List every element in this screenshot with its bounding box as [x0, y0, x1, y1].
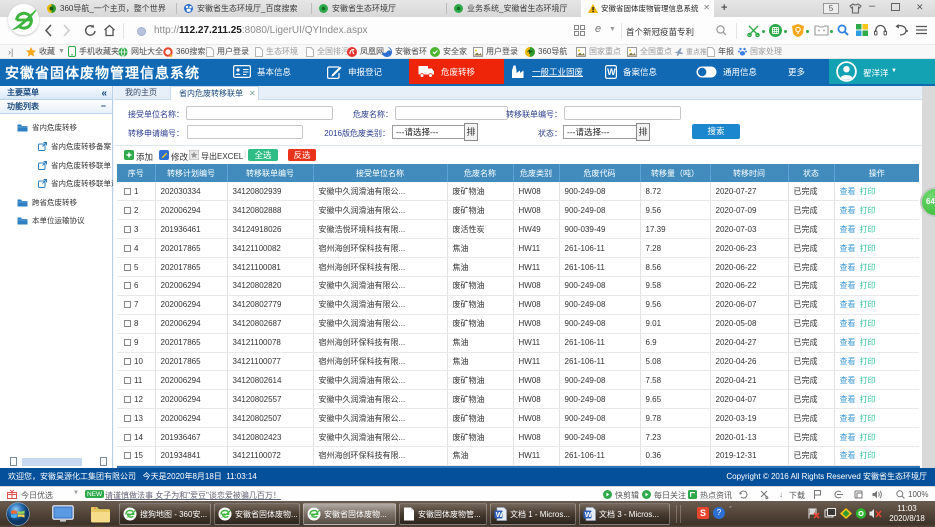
svg-text:W: W	[496, 510, 504, 519]
svg-text:W: W	[585, 510, 593, 519]
svg-text:W: W	[607, 67, 616, 77]
